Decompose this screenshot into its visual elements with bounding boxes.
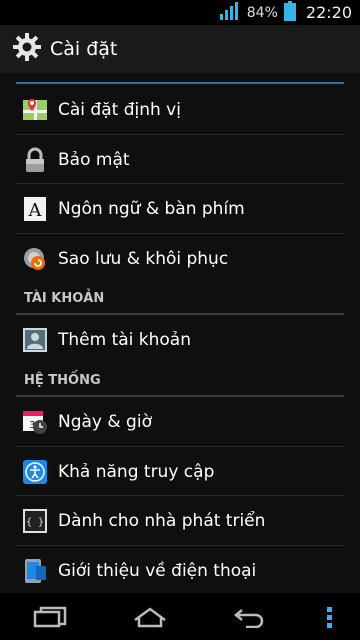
settings-item-security[interactable]: Bảo mật [0, 135, 360, 184]
backup-icon [22, 246, 48, 272]
settings-item-add-account[interactable]: Thêm tài khoản [0, 315, 360, 364]
overflow-menu-icon[interactable] [320, 597, 340, 637]
settings-item-label: Cài đặt định vị [58, 99, 181, 120]
section-header-system: HỆ THỐNG [24, 373, 101, 388]
settings-item-developer[interactable]: { } Dành cho nhà phát triển [0, 496, 360, 545]
svg-text:{ }: { } [26, 517, 44, 528]
settings-item-label: Ngày & giờ [58, 411, 152, 432]
section-divider [16, 82, 344, 84]
accessibility-icon [22, 459, 48, 485]
settings-item-location[interactable]: Cài đặt định vị [0, 85, 360, 134]
svg-text:A: A [28, 200, 43, 221]
status-bar: 84% 22:20 [0, 0, 360, 25]
page-title: Cài đặt [50, 38, 118, 60]
settings-gear-icon[interactable] [12, 32, 42, 66]
navigation-bar [0, 593, 360, 640]
location-icon [22, 97, 48, 123]
settings-item-label: Sao lưu & khôi phục [58, 248, 229, 269]
settings-item-backup[interactable]: Sao lưu & khôi phục [0, 234, 360, 283]
clock: 22:20 [305, 3, 352, 22]
settings-item-accessibility[interactable]: Khả năng truy cập [0, 447, 360, 496]
add-account-icon [22, 327, 48, 353]
language-icon: A [22, 196, 48, 222]
action-bar: Cài đặt [0, 25, 360, 73]
settings-item-label: Giới thiệu về điện thoại [58, 560, 257, 581]
battery-percent: 84% [246, 4, 278, 21]
back-icon[interactable] [220, 597, 280, 637]
settings-item-label: Ngôn ngữ & bàn phím [58, 198, 245, 219]
lock-icon [22, 147, 48, 173]
date-time-icon: 30 [22, 409, 48, 435]
settings-item-label: Khả năng truy cập [58, 461, 215, 482]
settings-list[interactable]: Cài đặt định vị Bảo mật A Ngôn ngữ & bàn… [0, 73, 360, 593]
settings-item-label: Dành cho nhà phát triển [58, 510, 266, 531]
about-phone-icon [22, 558, 48, 584]
settings-item-label: Thêm tài khoản [58, 329, 192, 350]
developer-icon: { } [22, 508, 48, 534]
settings-item-label: Bảo mật [58, 149, 130, 170]
recent-apps-icon[interactable] [20, 597, 80, 637]
settings-item-about-phone[interactable]: Giới thiệu về điện thoại [0, 546, 360, 593]
settings-item-language[interactable]: A Ngôn ngữ & bàn phím [0, 184, 360, 233]
section-header-accounts: TÀI KHOẢN [24, 291, 105, 306]
signal-icon [219, 1, 241, 24]
battery-icon [283, 0, 296, 25]
settings-item-date-time[interactable]: 30 Ngày & giờ [0, 397, 360, 446]
home-icon[interactable] [120, 597, 180, 637]
